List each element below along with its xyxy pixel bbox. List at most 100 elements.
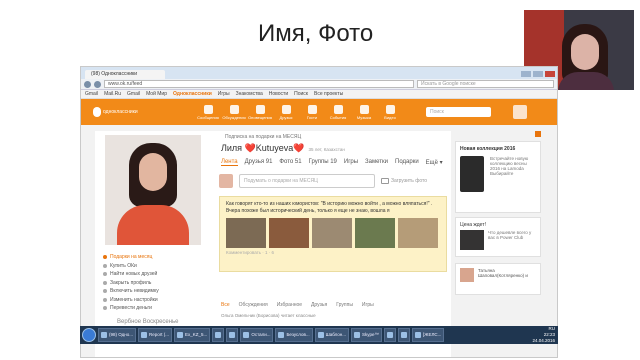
bookmark-item[interactable]: Gmail (127, 90, 140, 98)
bookmark-item[interactable]: Поиск (294, 90, 308, 98)
toolbar-messages[interactable]: Сообщения (197, 104, 219, 120)
taskbar-item[interactable]: Безуслов... (275, 328, 313, 342)
tab-gifts[interactable]: Подарки (395, 159, 419, 166)
post-input[interactable]: Подумать о подарки на МЕСЯЦ (239, 174, 375, 188)
settings-icon (103, 297, 107, 302)
ad-card[interactable]: Цена ждет! Что дешевле всего у вас в Pow… (455, 217, 541, 257)
avatar[interactable] (513, 105, 527, 119)
back-icon[interactable] (84, 80, 91, 88)
feed-item[interactable]: Ольга Омельчик (Борисова) читает классны… (215, 308, 451, 318)
toolbar-label: Сообщения (197, 114, 219, 120)
bookmark-item[interactable]: Mail.Ru (104, 90, 121, 98)
action-link[interactable]: Найти новых друзей (103, 270, 215, 279)
taskbar-item[interactable] (212, 328, 225, 342)
browser-screenshot: (98) Одноклассники www.ok.ru/feed Искать… (80, 66, 558, 358)
close-icon[interactable] (545, 71, 555, 77)
tab-photos[interactable]: Фото 51 (279, 159, 301, 166)
ok-logo[interactable]: одноклассники (93, 107, 163, 117)
taskbar-item[interactable]: Report (... (138, 328, 173, 342)
action-label: Изменить настройки (110, 296, 158, 303)
action-link[interactable]: Подарки на месяц (103, 253, 215, 262)
photo-thumbnail[interactable] (312, 218, 352, 248)
profile-page: Подарки на месяц Купить ОКи Найти новых … (81, 125, 557, 357)
ok-toolbar: Сообщения Обсуждения Оповещения Друзья Г… (197, 104, 399, 120)
toolbar-discussions[interactable]: Обсуждения (222, 104, 246, 120)
ok-logo-icon (93, 107, 101, 117)
friend-activity[interactable]: Татьяна Шаповал(Котляренко) и (455, 263, 541, 295)
browser-search-input[interactable]: Искать в Google поиске (417, 80, 554, 88)
status-meta[interactable]: Комментировать · 1 · 6 (226, 250, 440, 255)
taskbar-item[interactable]: [ЖЕЛС... (412, 328, 445, 342)
upload-photo-button[interactable]: Загрузить фото (381, 178, 427, 184)
bookmark-item[interactable]: Одноклассники (173, 90, 212, 98)
toolbar-events[interactable]: События (329, 104, 347, 120)
tab-games[interactable]: Игры (344, 159, 358, 166)
feed-tab[interactable]: Группы (336, 302, 353, 308)
tab-more[interactable]: Ещё ▾ (426, 159, 443, 166)
toolbar-video[interactable]: Видео (381, 104, 399, 120)
photo-thumbnail[interactable] (355, 218, 395, 248)
toolbar-music[interactable]: Музыка (355, 104, 373, 120)
photo-thumbnail[interactable] (398, 218, 438, 248)
start-button[interactable] (82, 328, 96, 342)
profile-info: 35 лет, Казахстан (308, 147, 345, 152)
taskbar-item[interactable] (398, 328, 411, 342)
tab-feed[interactable]: Лента (221, 159, 238, 166)
subscription-note[interactable]: Подписка на подарки на МЕСЯЦ (215, 131, 451, 143)
taskbar-item[interactable]: Остали... (240, 328, 274, 342)
left-column: Подарки на месяц Купить ОКи Найти новых … (95, 131, 215, 357)
taskbar-item[interactable]: (98) Одно... (98, 328, 137, 342)
profile-photo[interactable] (105, 135, 201, 245)
bookmark-item[interactable]: Gmail (85, 90, 98, 98)
bookmark-item[interactable]: Игры (218, 90, 230, 98)
events-icon (333, 104, 343, 114)
taskbar-item[interactable] (226, 328, 239, 342)
system-tray[interactable]: RU 22:23 24.04.2016 (532, 326, 558, 344)
feed-tab[interactable]: Обсуждения (239, 302, 268, 308)
user-search-icon (103, 272, 107, 277)
holiday-banner[interactable]: Вербное Воскресенье (117, 319, 215, 325)
feed-tab[interactable]: Игры (362, 302, 374, 308)
taskbar-item[interactable]: Skype™ (351, 328, 383, 342)
taskbar-item[interactable] (384, 328, 397, 342)
feed-tab[interactable]: Все (221, 302, 230, 308)
minimize-icon[interactable] (521, 71, 531, 77)
friends-icon (281, 104, 291, 114)
ad-image (460, 230, 484, 250)
toolbar-friends[interactable]: Друзья (277, 104, 295, 120)
profile-tabs: Лента Друзья 91 Фото 51 Группы 19 Игры З… (215, 159, 451, 166)
maximize-icon[interactable] (533, 71, 543, 77)
action-link[interactable]: Закрыть профиль (103, 279, 215, 288)
profile-name: Лиля ❤️Kutuyeva❤️ (221, 143, 305, 153)
action-link[interactable]: Изменить настройки (103, 296, 215, 305)
toolbar-label: Гости (306, 114, 318, 120)
feed-tab[interactable]: Друзья (311, 302, 327, 308)
photo-thumbnail[interactable] (226, 218, 266, 248)
forward-icon[interactable] (94, 80, 101, 88)
bookmark-item[interactable]: Новости (269, 90, 288, 98)
tab-notes[interactable]: Заметки (365, 159, 388, 166)
taskbar-item[interactable]: Шаблон... (314, 328, 350, 342)
browser-tab[interactable]: (98) Одноклассники (85, 70, 165, 79)
url-input[interactable]: www.ok.ru/feed (104, 80, 414, 88)
ok-search-input[interactable]: Поиск (426, 107, 491, 117)
music-icon (359, 104, 369, 114)
bookmark-item[interactable]: Мой Мир (146, 90, 167, 98)
bookmark-item[interactable]: Все проекты (314, 90, 343, 98)
action-link[interactable]: Купить ОКи (103, 262, 215, 271)
tab-friends[interactable]: Друзья 91 (245, 159, 273, 166)
toolbar-guests[interactable]: Гости (303, 104, 321, 120)
notifications-icon (255, 104, 265, 114)
tab-groups[interactable]: Группы 19 (309, 159, 337, 166)
feed-tab[interactable]: Избранное (277, 302, 302, 308)
action-link[interactable]: Перевести деньги (103, 304, 215, 313)
action-link[interactable]: Включить невидимку (103, 287, 215, 296)
photo-thumbnail[interactable] (269, 218, 309, 248)
taskbar-item[interactable]: Ex_KZ_5... (174, 328, 211, 342)
bookmark-item[interactable]: Знакомства (236, 90, 263, 98)
ad-card[interactable]: Новая коллекция 2016 Встречайте новую ко… (455, 141, 541, 213)
flag-icon[interactable] (535, 131, 541, 137)
windows-taskbar: (98) Одно... Report (... Ex_KZ_5... Оста… (80, 326, 558, 344)
coin-icon (103, 263, 107, 268)
toolbar-notifications[interactable]: Оповещения (248, 104, 272, 120)
